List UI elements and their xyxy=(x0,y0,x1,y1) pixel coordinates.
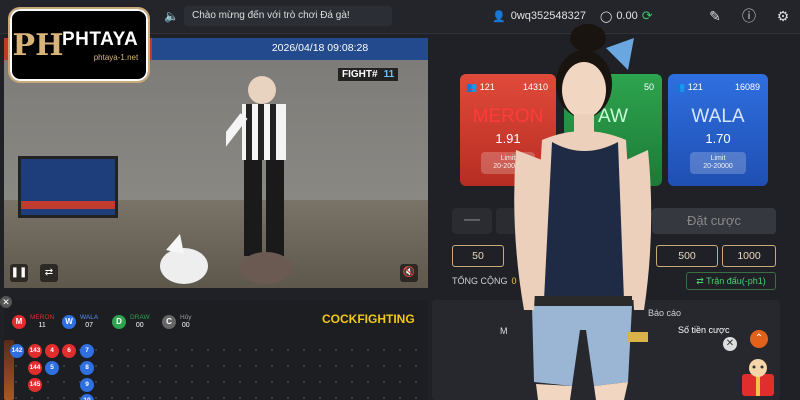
bet-card-wala[interactable]: 👥 121 16089 WALA 1.70 Limit 20-20000 xyxy=(668,74,768,186)
promo-model-image xyxy=(514,24,652,400)
stat-meron: M MERON 11 xyxy=(12,310,54,334)
fight-selector[interactable]: ⇄ Trận đấu(-ph1) xyxy=(686,272,776,290)
wala-label: WALA xyxy=(691,106,745,127)
meron-stat-label: MERON xyxy=(30,314,55,321)
draw-stat-value: 00 xyxy=(135,322,144,329)
wala-odds: 1.70 xyxy=(705,131,731,146)
bet-amount-label: Số tiền cược xyxy=(678,325,730,335)
chip-500[interactable]: 500 xyxy=(656,245,718,267)
stat-wala: W WALA 07 xyxy=(62,310,98,334)
scoreboard-close-icon[interactable]: ✕ xyxy=(0,296,12,308)
result-ball: 145 xyxy=(28,378,42,392)
brand-logo[interactable]: PH PHTAYA phtaya-1.net xyxy=(8,7,150,83)
info-icon[interactable]: ⓘ xyxy=(740,7,758,25)
wala-stat-icon: W xyxy=(62,315,76,329)
fight-number: 11 xyxy=(383,69,395,80)
meron-stat-icon: M xyxy=(12,315,26,329)
rooster-white xyxy=(160,234,208,284)
result-ball: 143 xyxy=(28,344,42,358)
result-ball: 144 xyxy=(28,361,42,375)
wala-pool: 16089 xyxy=(734,82,760,92)
place-bet-button[interactable]: Đặt cược xyxy=(652,208,776,234)
result-ball: 142 xyxy=(10,344,24,358)
cancel-stat-icon: C xyxy=(162,315,176,329)
video-datetime: 2026/04/18 09:08:28 xyxy=(271,42,369,54)
chip-50[interactable]: 50 xyxy=(452,245,504,267)
game-title: COCKFIGHTING xyxy=(322,312,415,326)
pause-icon[interactable]: ❚❚ xyxy=(10,264,28,282)
stake-minus-button[interactable]: — xyxy=(452,208,492,234)
result-ball: 7 xyxy=(80,344,94,358)
referee-figure xyxy=(226,76,286,256)
wala-stat-label: WALA xyxy=(80,314,99,321)
logo-mark: PH xyxy=(12,27,64,63)
swap-icon[interactable]: ⇄ xyxy=(40,264,58,282)
mute-icon[interactable]: 🔇 xyxy=(400,264,418,282)
logo-name: PHTAYA xyxy=(62,28,139,50)
chip-1000[interactable]: 1000 xyxy=(722,245,776,267)
speaker-icon[interactable]: 🔈 xyxy=(164,9,179,23)
draw-stat-label: DRAW xyxy=(130,314,150,321)
cancel-stat-value: 00 xyxy=(181,322,190,329)
logo-domain: phtaya-1.net xyxy=(93,52,139,62)
scroll-up-icon[interactable]: ⌃ xyxy=(750,330,768,348)
fight-number-badge: FIGHT# 11 xyxy=(338,68,399,81)
stat-draw: D DRAW 00 xyxy=(112,310,150,334)
live-video[interactable]: FIGHT# 11 ❚❚ ⇄ 🔇 xyxy=(4,60,428,288)
meron-stat-value: 11 xyxy=(38,322,46,329)
cancel-stat-label: Hủy xyxy=(180,314,192,321)
wala-stat-value: 07 xyxy=(85,322,93,329)
draw-stat-icon: D xyxy=(112,315,126,329)
edit-icon[interactable]: ✎ xyxy=(706,7,724,25)
wala-count: 👥 121 xyxy=(674,82,703,92)
result-ball: 8 xyxy=(80,361,94,375)
fight-label: FIGHT# xyxy=(342,69,378,80)
gift-promo-icon[interactable] xyxy=(736,358,780,398)
announcement-marquee: Chào mừng đến với trò chơi Đá gà! xyxy=(184,6,392,26)
stat-cancel: C Hủy 00 xyxy=(162,310,192,334)
result-ball: 5 xyxy=(45,361,59,375)
result-ball: 9 xyxy=(80,378,94,392)
wala-limit: Limit 20-20000 xyxy=(690,152,746,174)
app-root: 🔈 Chào mừng đến với trò chơi Đá gà! 👤 0w… xyxy=(0,0,800,400)
gear-icon[interactable]: ⚙ xyxy=(774,7,792,25)
rooster-dark xyxy=(240,252,292,284)
result-ball: 4 xyxy=(45,344,59,358)
meron-count: 👥 121 xyxy=(466,82,495,92)
close-icon[interactable]: ✕ xyxy=(723,337,737,351)
video-tv-screen xyxy=(18,156,118,218)
result-ball: 6 xyxy=(62,344,76,358)
